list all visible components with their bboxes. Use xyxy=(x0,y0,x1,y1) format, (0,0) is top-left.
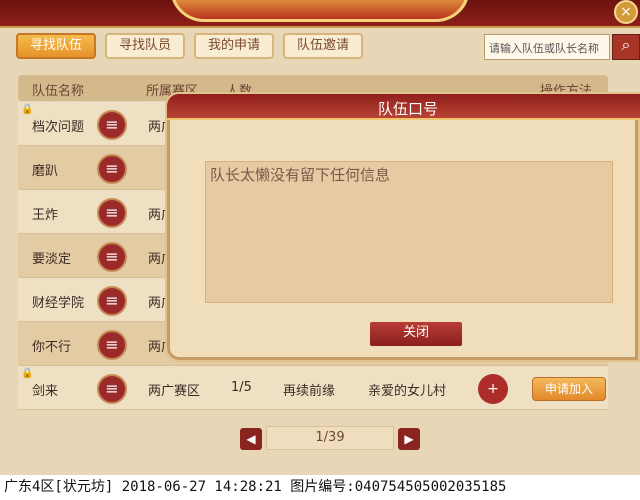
team-name: 你不行 xyxy=(32,340,72,355)
menu-icon[interactable]: ≡ xyxy=(97,110,127,140)
close-button[interactable]: 关闭 xyxy=(370,322,462,346)
footer-info: 广东4区[状元坊] 2018-06-27 14:28:21 图片编号:04075… xyxy=(0,475,640,500)
header-team-name: 队伍名称 xyxy=(32,84,85,99)
team-count: 1/5 xyxy=(231,380,252,395)
prev-page-button[interactable]: ◀ xyxy=(240,428,262,450)
add-member-icon[interactable]: + xyxy=(478,374,508,404)
team-leader: 再续前缘 xyxy=(283,384,336,399)
lock-icon: 🔒 xyxy=(21,368,34,379)
slogan-message: 队长太懒没有留下任何信息 xyxy=(205,161,613,303)
tab-team-invite[interactable]: 队伍邀请 xyxy=(283,33,364,59)
team-name: 磨趴 xyxy=(32,164,59,179)
menu-icon[interactable]: ≡ xyxy=(97,330,127,360)
next-page-button[interactable]: ▶ xyxy=(398,428,420,450)
team-name: 剑来 xyxy=(32,384,59,399)
menu-icon[interactable]: ≡ xyxy=(97,286,127,316)
apply-join-button[interactable]: 申请加入 xyxy=(532,377,606,401)
team-slogan-dialog: 队伍口号 队长太懒没有留下任何信息 关闭 xyxy=(165,92,640,362)
menu-icon[interactable]: ≡ xyxy=(97,374,127,404)
table-row[interactable]: 🔒 剑来 ≡ 两广赛区 1/5 再续前缘 亲爱的女儿村 + 申请加入 xyxy=(18,366,608,410)
team-server: 亲爱的女儿村 xyxy=(368,384,447,399)
team-zone: 两广赛区 xyxy=(148,384,201,399)
menu-icon[interactable]: ≡ xyxy=(97,242,127,272)
menu-icon[interactable]: ≡ xyxy=(97,154,127,184)
close-window-button[interactable]: × xyxy=(614,0,638,24)
search-icon[interactable]: ⌕ xyxy=(612,34,640,60)
menu-icon[interactable]: ≡ xyxy=(97,198,127,228)
tab-find-team[interactable]: 寻找队伍 xyxy=(16,33,97,59)
lock-icon: 🔒 xyxy=(21,104,34,115)
team-name: 财经学院 xyxy=(32,296,85,311)
dialog-title: 队伍口号 xyxy=(378,100,439,118)
title-banner xyxy=(170,0,470,22)
tab-find-member[interactable]: 寻找队员 xyxy=(105,33,186,59)
page-indicator: 1/39 xyxy=(266,426,394,450)
search-input[interactable]: 请输入队伍或队长名称 xyxy=(484,34,610,60)
team-name: 王炸 xyxy=(32,208,59,223)
team-name: 档次问题 xyxy=(32,120,85,135)
tab-bar: 寻找队伍 寻找队员 我的申请 队伍邀请 xyxy=(16,33,364,59)
tab-my-application[interactable]: 我的申请 xyxy=(194,33,275,59)
team-name: 要淡定 xyxy=(32,252,72,267)
